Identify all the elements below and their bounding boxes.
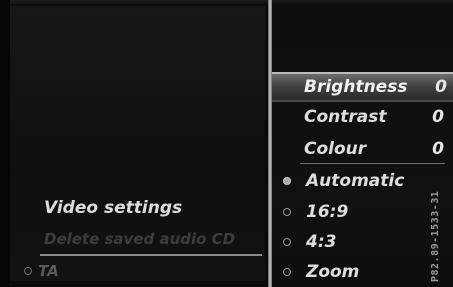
zoom-label: Zoom [306,262,360,282]
left-bezel [0,0,10,287]
brightness-label: Brightness [304,77,408,97]
ta-label: TA [38,262,59,280]
left-menu-divider [40,254,262,256]
brightness-row[interactable]: Brightness 0 [272,72,453,102]
colour-row[interactable]: Colour 0 [280,134,450,164]
slider-options-separator [300,163,445,164]
contrast-row[interactable]: Contrast 0 [280,102,450,132]
ratio-16-9-option[interactable]: 16:9 [280,197,450,227]
ta-radio-icon [24,267,32,275]
zoom-option[interactable]: Zoom [280,257,450,287]
brightness-value: 0 [435,77,447,97]
ratio-4-3-option[interactable]: 4:3 [280,227,450,257]
reference-code: P82.89-1533-31 [430,190,441,282]
ta-option[interactable]: TA [24,262,59,280]
automatic-option[interactable]: Automatic [280,166,450,196]
ratio-16-9-label: 16:9 [306,202,349,222]
colour-value: 0 [432,139,444,159]
colour-label: Colour [304,139,367,159]
video-settings-item[interactable]: Video settings [44,198,182,218]
contrast-value: 0 [432,107,444,127]
contrast-label: Contrast [304,107,387,127]
ratio-4-3-label: 4:3 [306,232,337,252]
delete-saved-audio-cd-item[interactable]: Delete saved audio CD [44,230,235,248]
automatic-label: Automatic [306,171,405,191]
display-screen: Video settings Delete saved audio CD TA … [0,0,453,287]
